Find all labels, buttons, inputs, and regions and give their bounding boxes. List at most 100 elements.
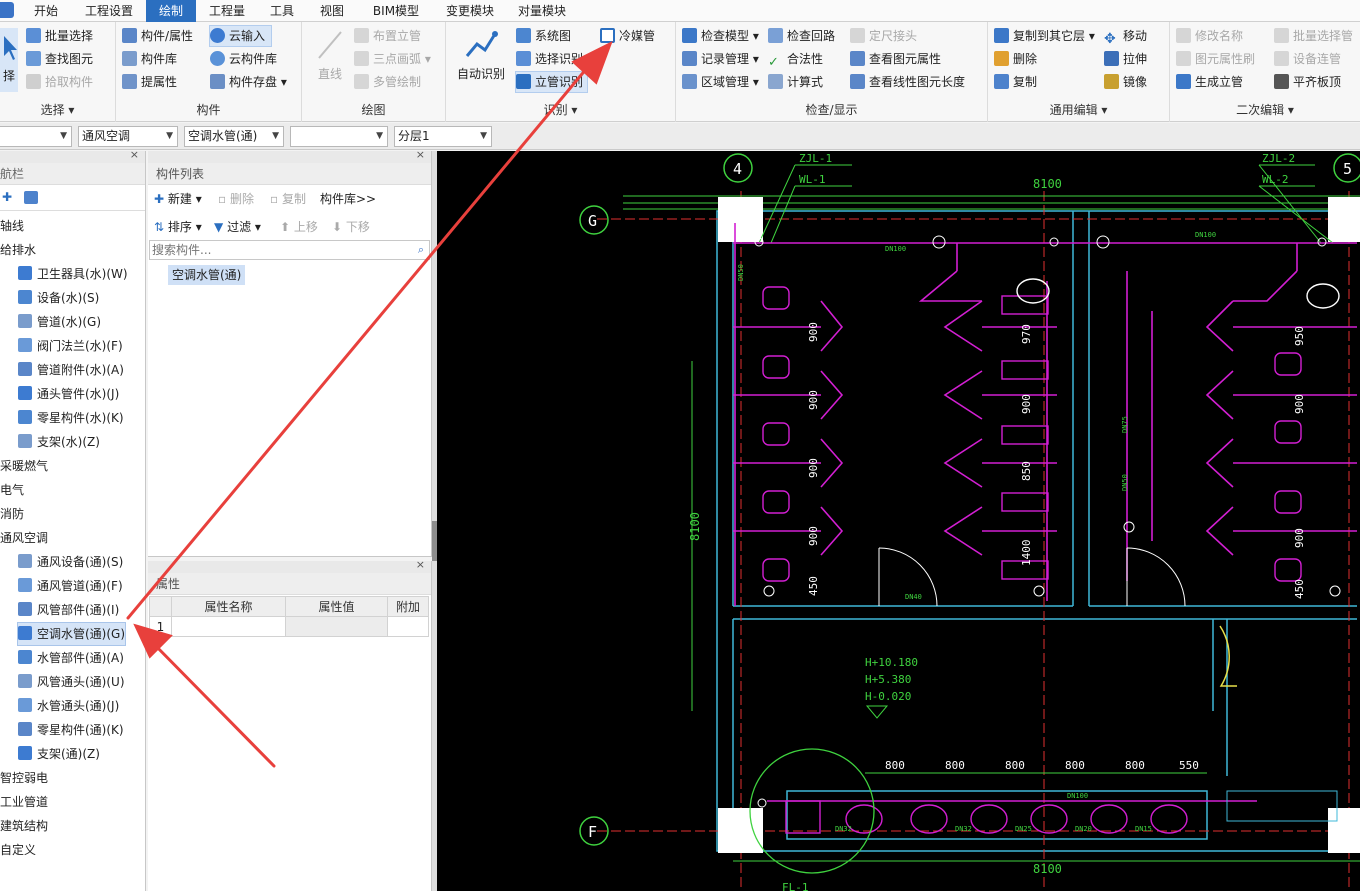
close-icon[interactable]: × <box>130 148 139 161</box>
floor-select[interactable]: ▼ <box>0 126 72 147</box>
edit-icon[interactable] <box>24 191 38 204</box>
nav-item[interactable]: 通头管件(水)(J) <box>18 383 119 405</box>
component-search-input[interactable] <box>150 241 400 259</box>
batch-select-button[interactable]: 批量选择 <box>26 26 93 46</box>
check-loop-button[interactable]: 检查回路 <box>768 26 835 46</box>
three-point-arc-button[interactable]: 三点画弧 ▾ <box>354 49 431 69</box>
nav-item[interactable]: 风管通头(通)(U) <box>18 671 125 693</box>
tab-project-settings[interactable]: 工程设置 <box>76 0 142 22</box>
nav-item[interactable]: 设备(水)(S) <box>18 287 99 309</box>
tab-start[interactable]: 开始 <box>22 0 70 22</box>
layer-select[interactable]: 分层1 ▼ <box>394 126 492 147</box>
riser-identify-button[interactable]: 立管识别 <box>514 71 589 93</box>
nav-item[interactable]: 采暖燃气 <box>0 455 48 477</box>
nav-item[interactable]: 管道(水)(G) <box>18 311 101 333</box>
property-row-extra[interactable] <box>387 616 429 637</box>
extract-attr-button[interactable]: 提属性 <box>122 72 177 92</box>
drawing-canvas[interactable]: 8100 8100 8100 4 5 G F ZJL-1 WL-1 ZJL-2 … <box>437 151 1360 891</box>
mirror-button[interactable]: 镜像 <box>1104 72 1147 92</box>
select-identify-button[interactable]: 选择识别 <box>516 49 583 69</box>
tab-change-module[interactable]: 变更模块 <box>438 0 502 22</box>
delete-component-button[interactable]: ▫ 删除 <box>218 189 254 209</box>
flush-top-button[interactable]: 平齐板顶 <box>1274 72 1341 92</box>
nav-item[interactable]: 管道附件(水)(A) <box>18 359 124 381</box>
nav-item[interactable]: 工业管道 <box>0 791 48 813</box>
copy-component-button[interactable]: ▫ 复制 <box>270 189 306 209</box>
component-attr-button[interactable]: 构件/属性 <box>122 26 193 46</box>
component-type-select[interactable]: 空调水管(通) ▼ <box>184 126 284 147</box>
app-logo-icon[interactable] <box>0 2 14 18</box>
move-button[interactable]: ✥ 移动 <box>1104 26 1147 47</box>
property-row-value[interactable] <box>285 616 388 637</box>
nav-item[interactable]: 自定义 <box>0 839 36 861</box>
tab-view[interactable]: 视图 <box>312 0 352 22</box>
component-select[interactable]: ▼ <box>290 126 388 147</box>
tab-bim-model[interactable]: BIM模型 <box>364 0 428 22</box>
nav-item[interactable]: 支架(通)(Z) <box>18 743 100 765</box>
select-big-button[interactable]: 择 <box>0 28 18 92</box>
cad-drawing[interactable]: 8100 8100 8100 4 5 G F ZJL-1 WL-1 ZJL-2 … <box>437 151 1360 891</box>
tab-draw[interactable]: 绘制 <box>146 0 196 22</box>
component-list-item[interactable]: 空调水管(通) <box>168 265 246 285</box>
property-row-name[interactable] <box>171 616 286 637</box>
nav-item[interactable]: 水管部件(通)(A) <box>18 647 124 669</box>
add-icon[interactable]: ✚ <box>2 190 12 204</box>
nav-item[interactable]: 轴线 <box>0 215 24 237</box>
rename-button[interactable]: 修改名称 <box>1176 26 1243 46</box>
record-mgmt-button[interactable]: 记录管理 ▾ <box>682 49 759 69</box>
search-icon[interactable]: ⌕ <box>418 243 424 257</box>
nav-item[interactable]: 通风空调 <box>0 527 48 549</box>
place-riser-button[interactable]: 布置立管 <box>354 26 421 46</box>
batch-select-pipe-button[interactable]: 批量选择管 <box>1274 26 1353 46</box>
refrigerant-pipe-button[interactable]: 冷媒管 <box>600 26 655 46</box>
delete-button[interactable]: 删除 <box>994 49 1037 69</box>
nav-item[interactable]: 风管部件(通)(I) <box>18 599 119 621</box>
cloud-input-button[interactable]: 云输入 <box>208 25 273 47</box>
tab-reconcile-module[interactable]: 对量模块 <box>510 0 574 22</box>
view-element-attr-button[interactable]: 查看图元属性 <box>850 49 941 69</box>
check-model-button[interactable]: 检查模型 ▾ <box>682 26 759 46</box>
nav-item[interactable]: 建筑结构 <box>0 815 48 837</box>
nav-item[interactable]: 通风管道(通)(F) <box>18 575 123 597</box>
new-component-button[interactable]: ✚ 新建 ▾ <box>154 189 202 209</box>
nav-item[interactable]: 水管通头(通)(J) <box>18 695 119 717</box>
move-up-button[interactable]: ⬆ 上移 <box>280 217 318 237</box>
nav-item[interactable]: 卫生器具(水)(W) <box>18 263 128 285</box>
create-riser-button[interactable]: 生成立管 <box>1176 72 1243 92</box>
formula-button[interactable]: 计算式 <box>768 72 823 92</box>
stretch-button[interactable]: 拉伸 <box>1104 49 1147 69</box>
auto-identify-button[interactable]: 自动识别 <box>454 28 508 82</box>
component-library-link[interactable]: 构件库>> <box>320 189 376 209</box>
sort-button[interactable]: ⇅ 排序 ▾ <box>154 217 202 237</box>
nav-item[interactable]: 支架(水)(Z) <box>18 431 100 453</box>
component-lib-button[interactable]: 构件库 <box>122 49 177 69</box>
nav-item[interactable]: 通风设备(通)(S) <box>18 551 123 573</box>
nav-item[interactable]: 空调水管(通)(G) <box>16 622 127 646</box>
pick-component-button[interactable]: 拾取构件 <box>26 72 93 92</box>
view-linear-length-button[interactable]: 查看线性图元长度 <box>850 72 965 92</box>
tab-tools[interactable]: 工具 <box>262 0 302 22</box>
filter-button[interactable]: ▼ 过滤 ▾ <box>214 217 261 237</box>
move-down-button[interactable]: ⬇ 下移 <box>332 217 370 237</box>
nav-item[interactable]: 阀门法兰(水)(F) <box>18 335 123 357</box>
find-element-button[interactable]: 查找图元 <box>26 49 93 69</box>
nav-item[interactable]: 智控弱电 <box>0 767 48 789</box>
legality-button[interactable]: ✓ 合法性 <box>768 49 823 70</box>
close-icon[interactable]: × <box>416 148 425 161</box>
copy-to-layer-button[interactable]: 复制到其它层 ▾ <box>994 26 1095 46</box>
nav-item[interactable]: 给排水 <box>0 239 36 261</box>
fixed-joint-button[interactable]: 定尺接头 <box>850 26 917 46</box>
copy-button[interactable]: 复制 <box>994 72 1037 92</box>
close-icon[interactable]: × <box>416 558 425 571</box>
nav-item[interactable]: 消防 <box>0 503 24 525</box>
system-diagram-button[interactable]: 系统图 <box>516 26 571 46</box>
nav-item[interactable]: 零星构件(水)(K) <box>18 407 124 429</box>
component-save-button[interactable]: 构件存盘 ▾ <box>210 72 287 92</box>
area-mgmt-button[interactable]: 区域管理 ▾ <box>682 72 759 92</box>
nav-item[interactable]: 电气 <box>0 479 24 501</box>
tab-quantities[interactable]: 工程量 <box>200 0 254 22</box>
multi-pipe-draw-button[interactable]: 多管绘制 <box>354 72 421 92</box>
table-row[interactable]: 1 <box>149 616 429 637</box>
element-attr-brush-button[interactable]: 图元属性刷 <box>1176 49 1255 69</box>
nav-item[interactable]: 零星构件(通)(K) <box>18 719 124 741</box>
